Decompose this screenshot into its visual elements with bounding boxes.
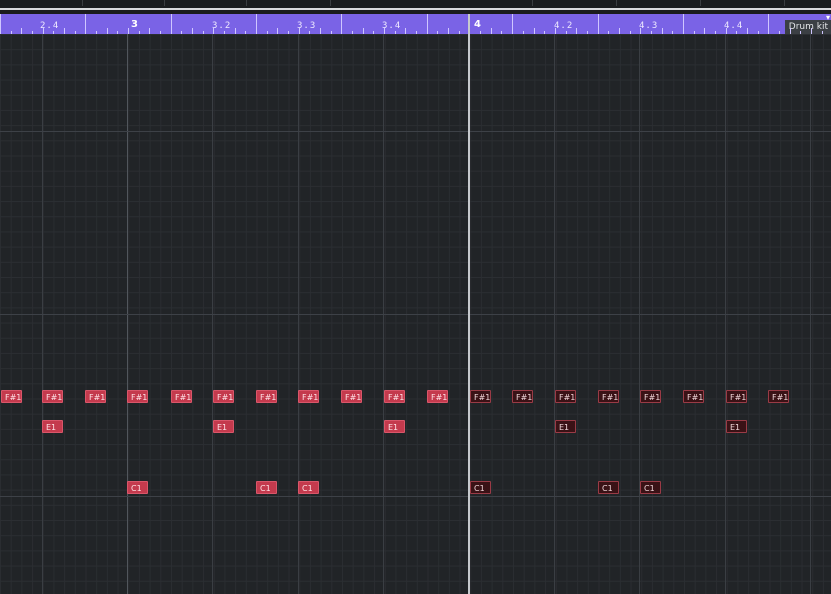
timeline-ruler[interactable]: 2.4 3 3.2 3.3 3.4 4 4.2 4.3 4.4 Drum kit… [0, 14, 831, 34]
ruler-tick [171, 14, 172, 34]
drum-note-e1[interactable]: E1 [555, 420, 576, 433]
timeline-divider [0, 8, 831, 10]
strip-tick [532, 0, 533, 6]
ruler-tick [85, 14, 86, 34]
ruler-tick [512, 14, 513, 34]
strip-tick [330, 0, 331, 6]
ruler-bar-label: 4 [474, 19, 481, 30]
ruler-tick [256, 14, 257, 34]
drum-note-fsharp1[interactable]: F#1 [555, 390, 576, 403]
drum-note-fsharp1[interactable]: F#1 [341, 390, 362, 403]
drum-note-e1[interactable]: E1 [42, 420, 63, 433]
drum-note-fsharp1[interactable]: F#1 [470, 390, 491, 403]
strip-tick [246, 0, 247, 6]
drum-note-e1[interactable]: E1 [726, 420, 747, 433]
octave-line [0, 314, 831, 315]
ruler-tick [427, 14, 428, 34]
ruler-tick [683, 14, 684, 34]
strip-tick [616, 0, 617, 6]
drum-note-fsharp1[interactable]: F#1 [640, 390, 661, 403]
ruler-tick [768, 14, 769, 34]
strip-tick [82, 0, 83, 6]
drum-note-c1[interactable]: C1 [470, 481, 491, 494]
drum-note-fsharp1[interactable]: F#1 [598, 390, 619, 403]
drum-note-e1[interactable]: E1 [384, 420, 405, 433]
drum-note-fsharp1[interactable]: F#1 [512, 390, 533, 403]
drum-note-fsharp1[interactable]: F#1 [298, 390, 319, 403]
ruler-label: 4.2 [554, 21, 574, 31]
drum-note-fsharp1[interactable]: F#1 [1, 390, 22, 403]
piano-roll-grid[interactable]: F#1 F#1 F#1 F#1 F#1 F#1 F#1 F#1 F#1 F#1 … [0, 34, 831, 594]
drum-note-fsharp1[interactable]: F#1 [384, 390, 405, 403]
drum-note-fsharp1[interactable]: F#1 [683, 390, 704, 403]
octave-line [0, 131, 831, 132]
drum-note-fsharp1[interactable]: F#1 [127, 390, 148, 403]
drum-note-fsharp1[interactable]: F#1 [213, 390, 234, 403]
ruler-label: 4.3 [639, 21, 659, 31]
ruler-tick [598, 14, 599, 34]
ruler-label: 3.2 [212, 21, 232, 31]
octave-line [0, 496, 831, 497]
drum-note-fsharp1[interactable]: F#1 [726, 390, 747, 403]
drum-note-fsharp1[interactable]: F#1 [171, 390, 192, 403]
transport-strip [0, 0, 831, 14]
drum-note-fsharp1[interactable]: F#1 [42, 390, 63, 403]
ruler-end-marker-icon: ▾ [825, 14, 830, 22]
strip-tick [164, 0, 165, 6]
drum-note-fsharp1[interactable]: F#1 [256, 390, 277, 403]
drum-note-c1[interactable]: C1 [598, 481, 619, 494]
drum-note-e1[interactable]: E1 [213, 420, 234, 433]
playhead-cursor[interactable] [468, 14, 470, 594]
ruler-tick [341, 14, 342, 34]
drum-note-c1[interactable]: C1 [127, 481, 148, 494]
drum-note-fsharp1[interactable]: F#1 [768, 390, 789, 403]
track-name-tag[interactable]: Drum kit [784, 20, 831, 34]
ruler-bar-label: 3 [131, 19, 138, 30]
drum-note-fsharp1[interactable]: F#1 [85, 390, 106, 403]
drum-note-c1[interactable]: C1 [256, 481, 277, 494]
drum-note-c1[interactable]: C1 [298, 481, 319, 494]
strip-tick [784, 0, 785, 6]
ruler-tick [0, 14, 1, 34]
drum-note-c1[interactable]: C1 [640, 481, 661, 494]
drum-note-fsharp1[interactable]: F#1 [427, 390, 448, 403]
strip-tick [700, 0, 701, 6]
